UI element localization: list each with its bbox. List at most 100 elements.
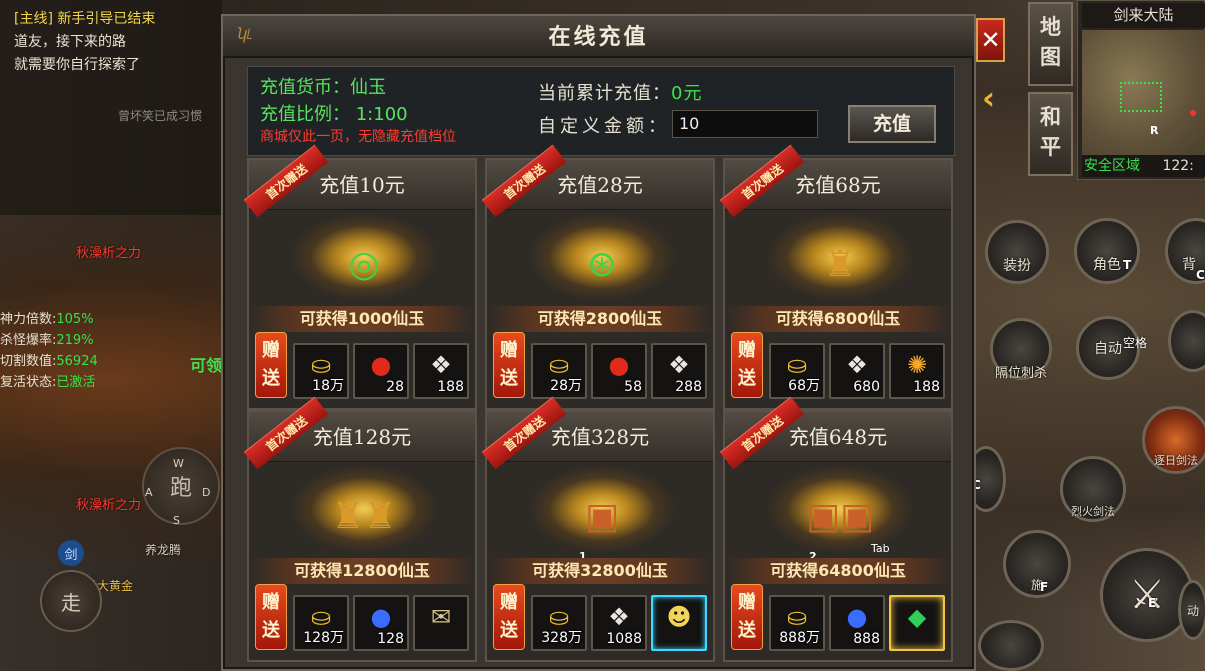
stat-row: 神力倍数:105% xyxy=(0,309,98,330)
reward-slot[interactable]: ⛀ 18万 xyxy=(293,343,349,399)
reward-count: 28 xyxy=(386,379,404,395)
tier-card-10[interactable]: 充值10元 首次赠送 ◎ 可获得1000仙玉 赠送 ⛀ 18万 ● 28 ❖ 188 xyxy=(243,144,477,410)
quest-text: [主线] 新手引导已结束 道友，接下来的路 就需要你自行探索了 xyxy=(14,8,155,77)
panel-logo-icon: ʮ꜖ xyxy=(237,24,255,43)
custom-amount-input[interactable]: 10 xyxy=(672,110,818,138)
tier-card-328[interactable]: 充值328元 首次赠送 ▣ 1 可获得32800仙玉 赠送 ⛀ 328万 ❖ 108… xyxy=(481,396,715,662)
reward-slot[interactable]: ❖ 680 xyxy=(829,343,885,399)
reward-slot[interactable]: ● 128 xyxy=(353,595,409,651)
jade-rings-icon: ⊛ xyxy=(586,243,618,285)
reward-slot[interactable]: ❖ 1088 xyxy=(591,595,647,651)
reward-slot[interactable]: ⛀ 328万 xyxy=(531,595,587,651)
warning-text: 商城仅此一页，无隐藏充值档位 xyxy=(260,129,456,145)
currency-label: 充值货币：仙玉 xyxy=(260,77,386,98)
reward-count: 888 xyxy=(853,631,880,647)
tier-card-648[interactable]: 充值648元 首次赠送 ▣▣ 2 Tab 可获得64800仙玉 赠送 ⛀ 888万… xyxy=(719,396,953,662)
walk-button[interactable]: 走 xyxy=(40,570,102,632)
reward-slot[interactable]: ❖ 288 xyxy=(651,343,707,399)
scroll-icon: ✉ xyxy=(430,603,452,631)
char-name: 养龙腾 xyxy=(145,543,182,557)
reward-slot[interactable]: ✺ 188 xyxy=(889,343,945,399)
close-button[interactable]: ✕ xyxy=(976,18,1005,62)
skill-liehuo-jianfa[interactable]: 烈火剑法 xyxy=(1060,456,1126,522)
lightning-orb-icon: ✺ xyxy=(906,351,928,379)
map-button[interactable]: 地图 xyxy=(1028,2,1073,86)
key-t: T xyxy=(1123,258,1132,272)
minimap-marker xyxy=(1190,110,1196,116)
tier-card-68[interactable]: 充值68元 首次赠送 ♜ 可获得6800仙玉 赠送 ⛀ 68万 ❖ 680 ✺ 188 xyxy=(719,144,953,410)
skill-label: 自动 xyxy=(1094,341,1122,357)
skill-slot-edge[interactable]: 动 xyxy=(1178,580,1205,640)
reward-count: 58 xyxy=(624,379,642,395)
reward-slot[interactable]: ⛀ 128万 xyxy=(293,595,349,651)
stat-row: 复活状态:已激活 xyxy=(0,372,98,393)
hotkey-tab: Tab xyxy=(871,542,890,555)
reward-slot[interactable]: ◆ xyxy=(889,595,945,651)
reward-count: 680 xyxy=(853,379,880,395)
reward-count: 1088 xyxy=(606,631,642,647)
quest-tag: [主线] xyxy=(14,11,53,27)
panel-title: 在线充值 xyxy=(223,16,974,58)
skill-gewei-cisha[interactable]: 隔位刺杀 xyxy=(990,318,1052,381)
tier-gain: 可获得12800仙玉 xyxy=(249,558,475,584)
reward-count: 328万 xyxy=(541,630,582,646)
skill-label: 装扮 xyxy=(1003,258,1031,274)
peace-label: 和平 xyxy=(1040,104,1061,159)
recharge-button[interactable]: 充值 xyxy=(848,105,936,143)
skill-shi[interactable]: 施 xyxy=(1003,530,1071,598)
coord-readout: 122: xyxy=(1162,158,1194,174)
reward-slot[interactable]: ⛀ 28万 xyxy=(531,343,587,399)
reward-count: 188 xyxy=(437,379,464,395)
gift-badge: 赠送 xyxy=(731,332,763,398)
reward-slot[interactable]: ● 58 xyxy=(591,343,647,399)
reward-slot[interactable]: ⛀ 888万 xyxy=(769,595,825,651)
white-crystal-icon: ❖ xyxy=(668,351,690,379)
minimap-zone-outline xyxy=(1120,82,1162,112)
tier-gain: 可获得6800仙玉 xyxy=(725,306,951,332)
stat-label: 神力倍数: xyxy=(0,312,57,327)
sword-icon[interactable]: 剑 xyxy=(58,540,84,566)
reward-slot[interactable]: ● 28 xyxy=(353,343,409,399)
gift-badge: 赠送 xyxy=(255,332,287,398)
skill-slot-bottom[interactable] xyxy=(978,620,1044,671)
key-s: S xyxy=(173,514,180,527)
tier-card-128[interactable]: 充值128元 首次赠送 ♜♜ 可获得12800仙玉 赠送 ⛀ 128万 ● 128 … xyxy=(243,396,477,662)
reward-count: 128 xyxy=(377,631,404,647)
reward-slot[interactable]: ⛀ 68万 xyxy=(769,343,825,399)
stat-value: 已激活 xyxy=(56,375,96,390)
stat-value: 105% xyxy=(56,312,94,327)
npc-name-1: 秋澡析之力 xyxy=(76,246,142,261)
zone-label: 安全区域 122: xyxy=(1082,155,1205,177)
recharge-info: 充值货币：仙玉 充值比例： 1:100 商城仅此一页，无隐藏充值档位 当前累计充… xyxy=(247,66,955,156)
npc-name-2: 秋澡析之力 xyxy=(76,498,142,513)
white-crystal-icon: ❖ xyxy=(846,351,868,379)
character-button[interactable]: 角色 xyxy=(1074,218,1140,284)
faded-notice: 曾坏笑已成习惯 xyxy=(118,109,203,123)
ratio-label: 充值比例： 1:100 xyxy=(260,104,408,125)
outfit-button[interactable]: 装扮 xyxy=(985,220,1049,284)
chevron-left-icon[interactable]: ‹ xyxy=(982,78,1004,118)
peace-mode-button[interactable]: 和平 xyxy=(1028,92,1073,176)
reward-count: 888万 xyxy=(779,630,820,646)
tier-card-28[interactable]: 充值28元 首次赠送 ⊛ 可获得2800仙玉 赠送 ⛀ 28万 ● 58 ❖ 288 xyxy=(481,144,715,410)
white-crystal-icon: ❖ xyxy=(608,603,630,631)
quest-line-1: 道友，接下来的路 xyxy=(14,34,126,50)
reward-slot[interactable]: ✉ xyxy=(413,595,469,651)
reward-slot[interactable]: ● 888 xyxy=(829,595,885,651)
recharge-panel: 在线充值 ʮ꜖ 充值货币：仙玉 充值比例： 1:100 商城仅此一页，无隐藏充值… xyxy=(221,14,976,671)
skill-zhuri-jianfa[interactable]: 逐日剑法 xyxy=(1142,406,1205,474)
red-orb-icon: ● xyxy=(608,351,630,379)
key-f: F xyxy=(1040,580,1049,594)
avatar-card-icon: ☻ xyxy=(666,603,692,631)
tier-gain: 可获得2800仙玉 xyxy=(487,306,713,332)
player-stats: 神力倍数:105% 杀怪爆率:219% 切割数值:56924 复活状态:已激活 xyxy=(0,309,98,393)
key-e: E xyxy=(1148,596,1157,610)
walk-label: 走 xyxy=(61,590,81,615)
minimap-view[interactable]: R xyxy=(1082,30,1205,155)
reward-slot[interactable]: ☻ xyxy=(651,595,707,651)
reward-slot[interactable]: ❖ 188 xyxy=(413,343,469,399)
reward-count: 288 xyxy=(675,379,702,395)
skill-label: 背 xyxy=(1182,257,1196,273)
skill-label: 隔位刺杀 xyxy=(994,365,1047,381)
money-bag-icon: ♜ xyxy=(823,243,857,285)
